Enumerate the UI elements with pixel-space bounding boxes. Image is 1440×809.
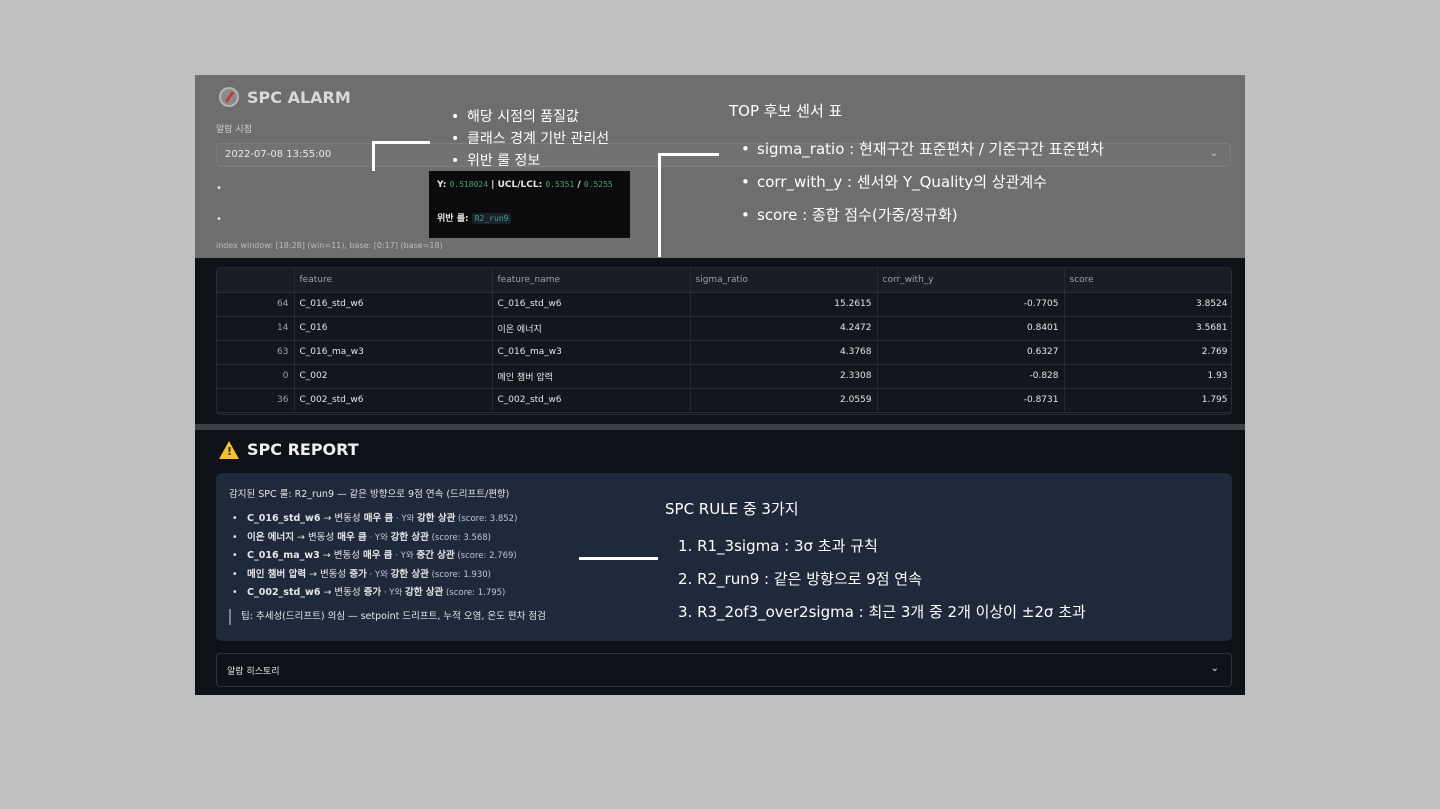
chevron-down-icon: ⌄ bbox=[1209, 148, 1218, 159]
corr-cell: -0.7705 bbox=[877, 292, 1065, 317]
top-sensor-annotation-title: TOP 후보 센서 표 bbox=[729, 102, 843, 120]
top-sensor-annotation-list: sigma_ratio : 현재구간 표준편차 / 기준구간 표준편차 corr… bbox=[741, 133, 1104, 232]
alarm-title: SPC ALARM bbox=[247, 87, 351, 107]
feature-name-cell: 메인 챔버 압력 bbox=[492, 364, 691, 389]
annotation-item: 위반 룰 정보 bbox=[451, 150, 609, 172]
score-cell: 3.8524 bbox=[1064, 292, 1231, 317]
spc-rule-annotation-list: 1. R1_3sigma : 3σ 초과 규칙 2. R2_run9 : 같은 … bbox=[678, 530, 1086, 629]
column-header[interactable]: sigma_ratio bbox=[690, 268, 878, 293]
score-cell: 1.795 bbox=[1064, 388, 1231, 413]
feature-name-cell: 이온 에너지 bbox=[492, 316, 691, 341]
quality-metric-line: Y: 0.518024 | UCL/LCL: 0.5351 / 0.5255 bbox=[437, 180, 613, 190]
corr-cell: -0.828 bbox=[877, 364, 1065, 389]
top-sensor-table[interactable]: feature feature_name sigma_ratio corr_wi… bbox=[216, 267, 1232, 415]
spc-rule-annotation-title: SPC RULE 중 3가지 bbox=[665, 500, 799, 518]
feature-cell: C_016_ma_w3 bbox=[294, 340, 493, 365]
bullet-icon: • bbox=[216, 183, 222, 194]
feature-cell: C_002_std_w6 bbox=[294, 388, 493, 413]
feature-name-cell: C_016_std_w6 bbox=[492, 292, 691, 317]
violation-rule-chip: R2_run9 bbox=[471, 213, 512, 224]
ucl-value: 0.5351 bbox=[545, 180, 575, 189]
table-row: 63 C_016_ma_w3 C_016_ma_w3 4.3768 0.6327… bbox=[217, 340, 1231, 365]
sigma-ratio-cell: 2.3308 bbox=[690, 364, 878, 389]
annotation-item: score : 종합 점수(가중/정규화) bbox=[741, 199, 1104, 232]
connector-line bbox=[372, 141, 375, 171]
annotation-item: 1. R1_3sigma : 3σ 초과 규칙 bbox=[678, 537, 878, 555]
chevron-down-icon: ⌄ bbox=[1210, 663, 1219, 674]
alarm-annotation-list: 해당 시점의 품질값 클래스 경계 기반 관리선 위반 룰 정보 bbox=[451, 106, 609, 172]
annotation-item: 클래스 경계 기반 관리선 bbox=[451, 128, 609, 150]
column-header[interactable]: feature_name bbox=[492, 268, 691, 293]
row-index: 63 bbox=[217, 340, 295, 365]
y-value: 0.518024 bbox=[449, 180, 489, 189]
score-cell: 3.5681 bbox=[1064, 316, 1231, 341]
feature-name-cell: C_002_std_w6 bbox=[492, 388, 691, 413]
column-header[interactable]: feature bbox=[294, 268, 493, 293]
annotation-item: sigma_ratio : 현재구간 표준편차 / 기준구간 표준편차 bbox=[741, 133, 1104, 166]
connector-line bbox=[372, 141, 430, 144]
annotation-item: corr_with_y : 센서와 Y_Quality의 상관계수 bbox=[741, 166, 1104, 199]
corr-cell: 0.8401 bbox=[877, 316, 1065, 341]
selected-time: 2022-07-08 13:55:00 bbox=[225, 149, 332, 160]
column-header[interactable] bbox=[217, 268, 295, 293]
sigma-ratio-cell: 4.2472 bbox=[690, 316, 878, 341]
connector-line bbox=[579, 557, 658, 560]
corr-cell: 0.6327 bbox=[877, 340, 1065, 365]
report-title: SPC REPORT bbox=[247, 440, 359, 459]
alarm-time-label: 알람 시점 bbox=[216, 125, 252, 135]
sigma-ratio-cell: 15.2615 bbox=[690, 292, 878, 317]
table-header-row: feature feature_name sigma_ratio corr_wi… bbox=[217, 268, 1231, 293]
column-header[interactable]: corr_with_y bbox=[877, 268, 1065, 293]
lcl-value: 0.5255 bbox=[583, 180, 613, 189]
feature-cell: C_016 bbox=[294, 316, 493, 341]
corr-cell: -0.8731 bbox=[877, 388, 1065, 413]
row-index: 0 bbox=[217, 364, 295, 389]
table-row: 64 C_016_std_w6 C_016_std_w6 15.2615 -0.… bbox=[217, 292, 1231, 317]
annotation-item: 해당 시점의 품질값 bbox=[451, 106, 609, 128]
warning-icon bbox=[219, 440, 239, 459]
table-row: 0 C_002 메인 챔버 압력 2.3308 -0.828 1.93 bbox=[217, 364, 1231, 389]
sigma-ratio-cell: 2.0559 bbox=[690, 388, 878, 413]
alarm-header: SPC ALARM bbox=[219, 87, 351, 107]
score-cell: 2.769 bbox=[1064, 340, 1231, 365]
report-header: SPC REPORT bbox=[219, 440, 359, 459]
annotation-item: 3. R3_2of3_over2sigma : 최근 3개 중 2개 이상이 ±… bbox=[678, 603, 1086, 621]
connector-line bbox=[659, 153, 719, 156]
row-index: 36 bbox=[217, 388, 295, 413]
table-row: 36 C_002_std_w6 C_002_std_w6 2.0559 -0.8… bbox=[217, 388, 1231, 413]
feature-cell: C_016_std_w6 bbox=[294, 292, 493, 317]
column-header[interactable]: score bbox=[1064, 268, 1231, 293]
history-label: 알람 히스토리 bbox=[227, 667, 280, 677]
table-row: 14 C_016 이온 에너지 4.2472 0.8401 3.5681 bbox=[217, 316, 1231, 341]
connector-line bbox=[658, 153, 661, 257]
compass-icon bbox=[219, 87, 239, 107]
violation-rule-line: 위반 룰: R2_run9 bbox=[437, 211, 512, 224]
metric-box: Y: 0.518024 | UCL/LCL: 0.5351 / 0.5255 위… bbox=[429, 171, 630, 238]
alarm-history-expander[interactable]: 알람 히스토리 ⌄ bbox=[216, 653, 1232, 687]
feature-name-cell: C_016_ma_w3 bbox=[492, 340, 691, 365]
row-index: 14 bbox=[217, 316, 295, 341]
score-cell: 1.93 bbox=[1064, 364, 1231, 389]
section-divider bbox=[195, 424, 1245, 430]
sigma-ratio-cell: 4.3768 bbox=[690, 340, 878, 365]
row-index: 64 bbox=[217, 292, 295, 317]
annotation-item: 2. R2_run9 : 같은 방향으로 9점 연속 bbox=[678, 570, 922, 588]
feature-cell: C_002 bbox=[294, 364, 493, 389]
bullet-icon: • bbox=[216, 214, 222, 225]
index-window-text: index window: [18:28] (win=11), base: [0… bbox=[216, 241, 443, 250]
